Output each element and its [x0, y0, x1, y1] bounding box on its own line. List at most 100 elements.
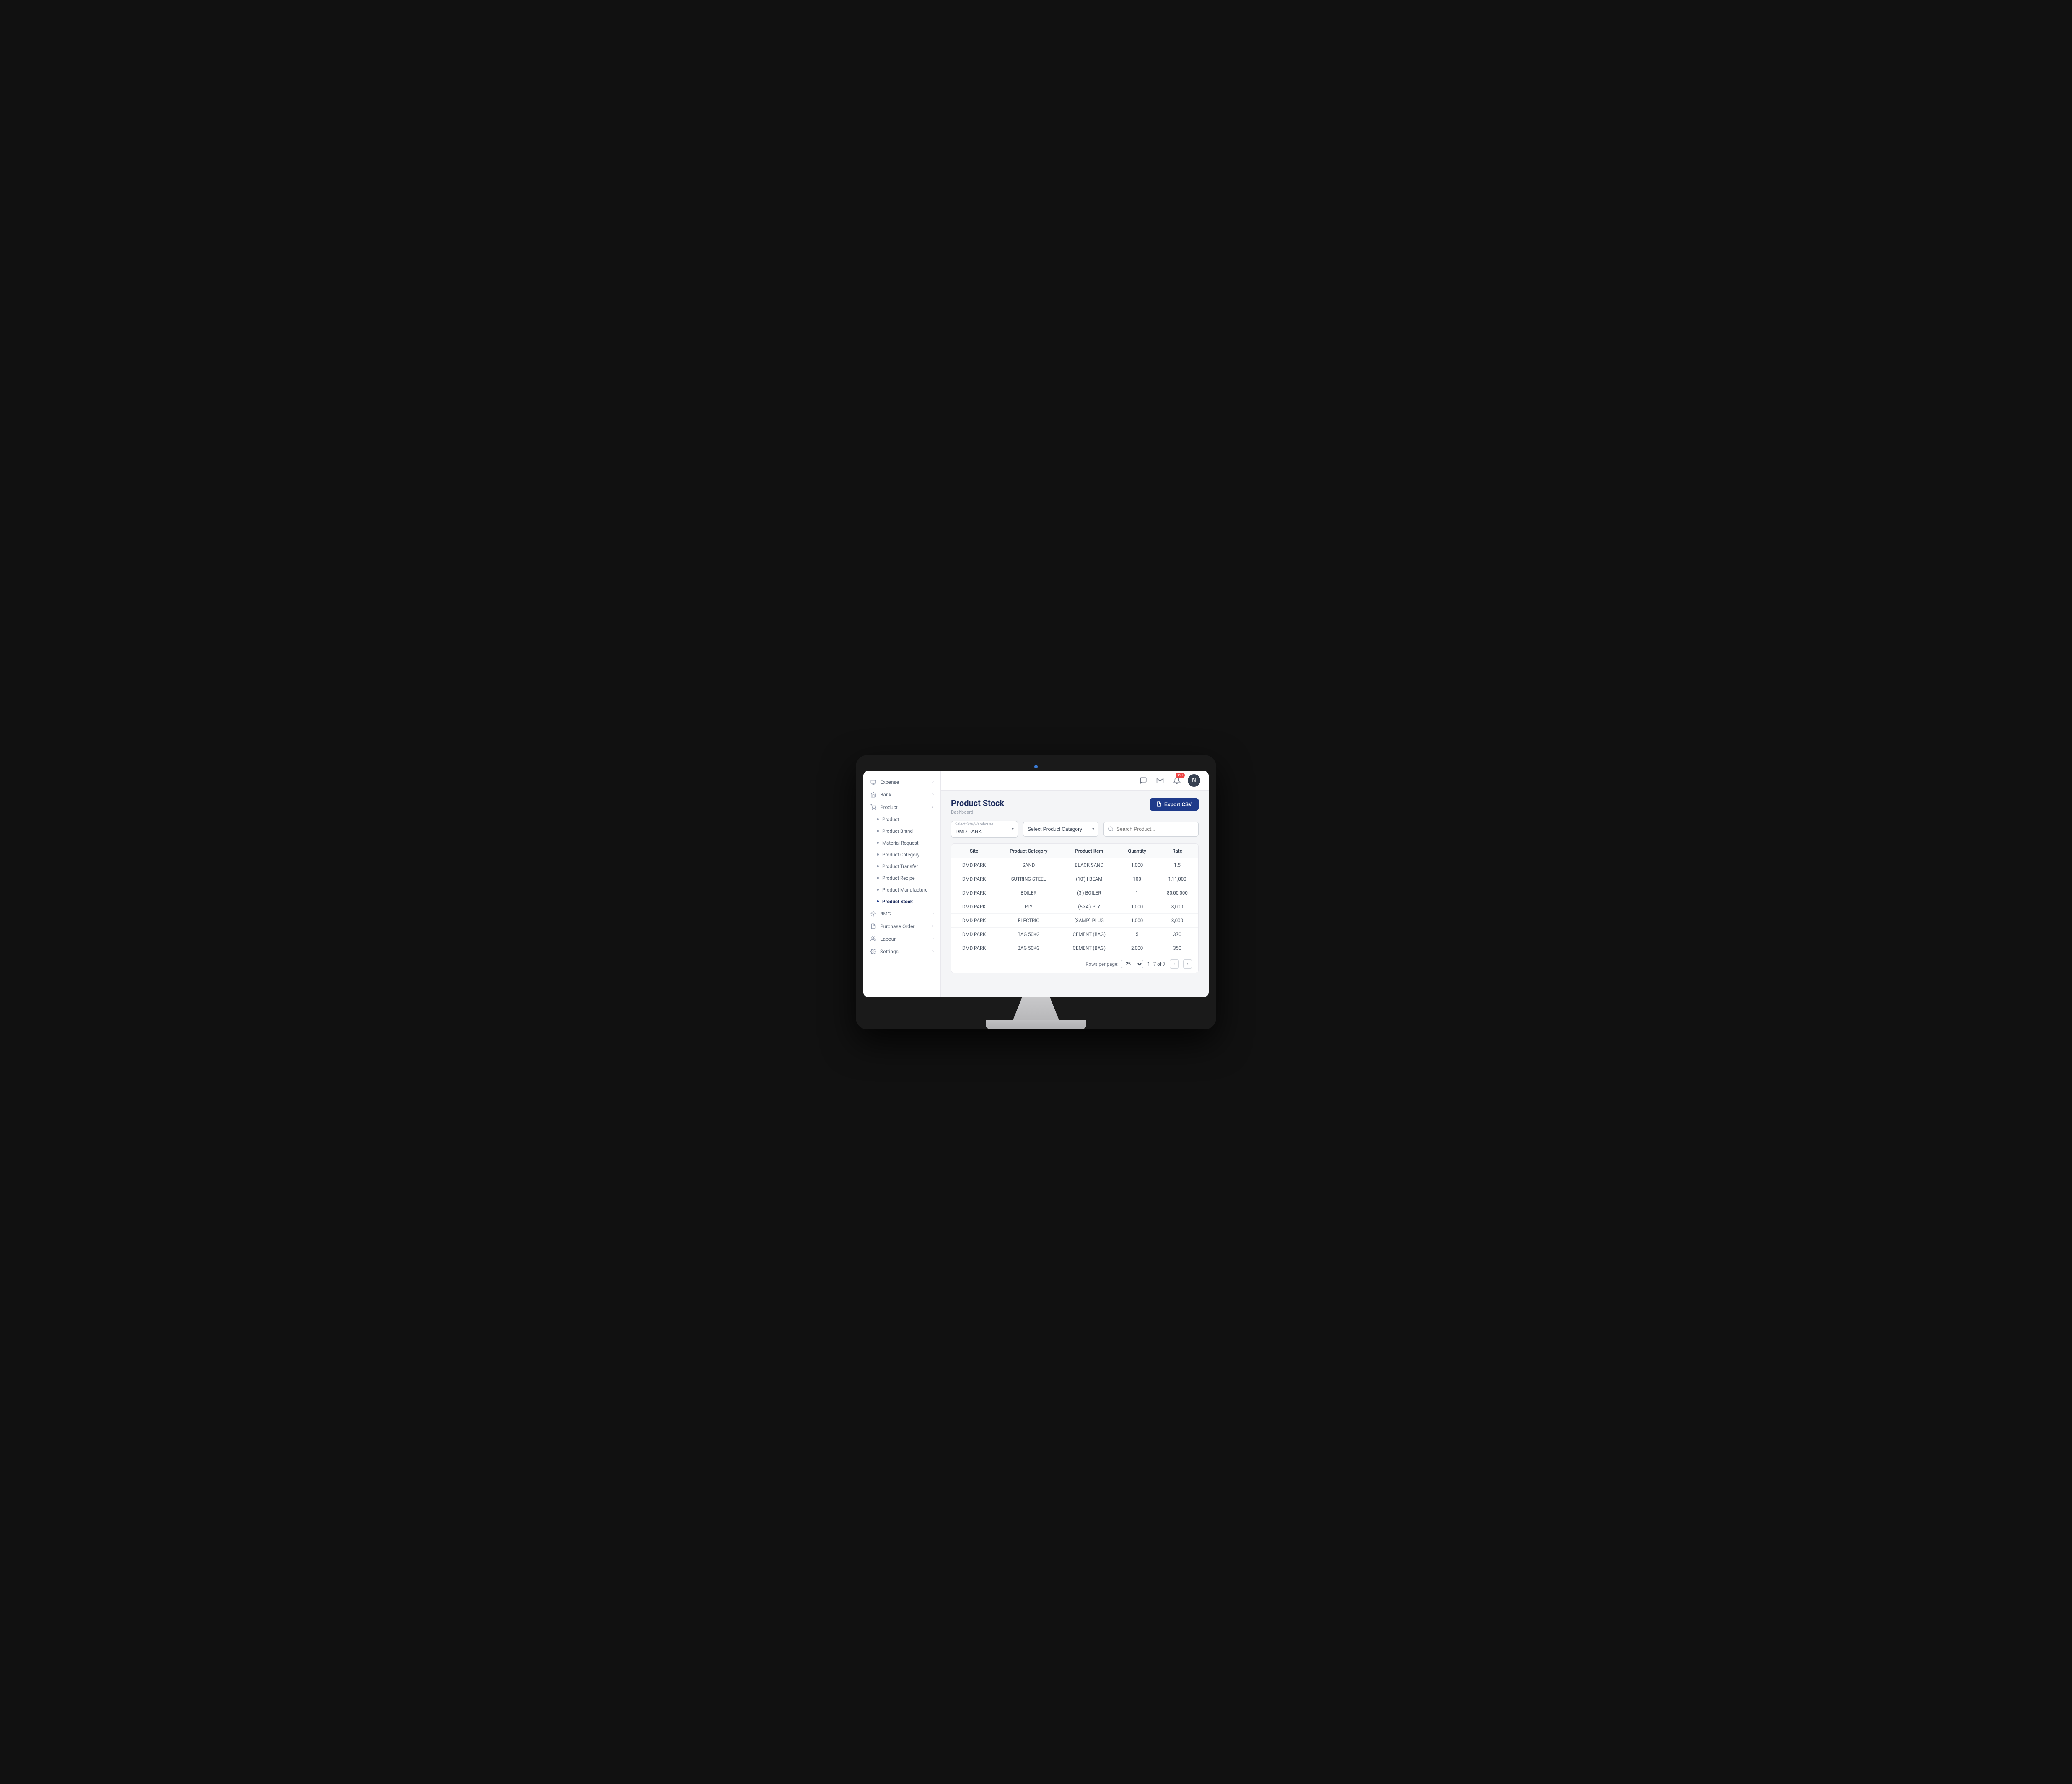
- sidebar-item-purchase-order[interactable]: Purchase Order ›: [863, 920, 940, 933]
- sidebar-submenu-product: Product Product Brand Material Request P…: [863, 814, 940, 908]
- sidebar-item-product-brand[interactable]: Product Brand: [863, 825, 940, 837]
- cell-item: (3') BOILER: [1060, 886, 1118, 900]
- dot-product: [877, 818, 879, 820]
- sidebar-item-settings[interactable]: Settings ›: [863, 945, 940, 958]
- sidebar-item-product-category[interactable]: Product Category: [863, 849, 940, 861]
- sidebar-label-product-category: Product Category: [882, 852, 919, 858]
- dot-recipe: [877, 877, 879, 879]
- page-header: Product Stock Dashboard Export CSV: [951, 798, 1199, 815]
- cell-rate: 8,000: [1156, 900, 1198, 913]
- cell-category: BAG 50KG: [997, 927, 1060, 941]
- cell-rate: 80,00,000: [1156, 886, 1198, 900]
- export-csv-button[interactable]: Export CSV: [1150, 798, 1199, 811]
- cell-category: ELECTRIC: [997, 913, 1060, 927]
- sidebar-item-product-parent[interactable]: Product ˅: [863, 801, 940, 814]
- search-icon: [1108, 826, 1114, 832]
- monitor-camera: [1034, 765, 1038, 768]
- prev-page-btn[interactable]: ‹: [1170, 959, 1179, 969]
- sidebar-label-labour: Labour: [880, 936, 896, 942]
- sidebar-label-product-sub: Product: [882, 817, 899, 822]
- labour-icon: [870, 936, 877, 942]
- category-filter: Select Product Category ▾: [1023, 822, 1098, 837]
- dot-stock: [877, 900, 879, 902]
- table-row: DMD PARKELECTRIC(3AMP) PLUG1,0008,000: [951, 913, 1198, 927]
- sidebar-item-labour[interactable]: Labour ›: [863, 933, 940, 945]
- dot-category: [877, 853, 879, 856]
- cell-site: DMD PARK: [951, 872, 997, 886]
- breadcrumb: Dashboard: [951, 809, 1004, 815]
- pagination: Rows per page: 25 10 50 100 1–7 of 7 ‹: [951, 955, 1198, 973]
- cell-site: DMD PARK: [951, 913, 997, 927]
- cell-site: DMD PARK: [951, 927, 997, 941]
- page-content: Product Stock Dashboard Export CSV Selec…: [941, 791, 1209, 997]
- col-rate: Rate: [1156, 844, 1198, 858]
- notification-btn[interactable]: 99+: [1171, 775, 1183, 786]
- sidebar-label-product-brand: Product Brand: [882, 828, 913, 834]
- sidebar-item-material-request[interactable]: Material Request: [863, 837, 940, 849]
- cell-site: DMD PARK: [951, 858, 997, 872]
- data-table: Site Product Category Product Item Quant…: [951, 844, 1198, 955]
- sidebar-label-bank: Bank: [880, 792, 891, 798]
- sidebar-label-product-stock: Product Stock: [882, 899, 913, 905]
- cell-quantity: 1,000: [1118, 858, 1156, 872]
- cell-rate: 370: [1156, 927, 1198, 941]
- sidebar-item-product-stock[interactable]: Product Stock: [863, 896, 940, 908]
- sidebar-label-material-request: Material Request: [882, 840, 919, 846]
- sidebar-item-expense[interactable]: Expense ›: [863, 776, 940, 788]
- chevron-purchase: ›: [932, 924, 934, 928]
- monitor-stand-base: [986, 1020, 1086, 1029]
- cell-item: (5'×4') PLY: [1060, 900, 1118, 913]
- table-row: DMD PARKPLY(5'×4') PLY1,0008,000: [951, 900, 1198, 913]
- rows-per-page-select[interactable]: 25 10 50 100: [1121, 960, 1143, 968]
- sidebar-item-product-transfer[interactable]: Product Transfer: [863, 861, 940, 872]
- chevron-labour: ›: [932, 936, 934, 941]
- sidebar-label-purchase-order: Purchase Order: [880, 923, 915, 929]
- app-container: Expense › Bank › Product: [863, 771, 1209, 997]
- col-product-item: Product Item: [1060, 844, 1118, 858]
- chevron-bank: ›: [932, 792, 934, 797]
- chat-icon-btn[interactable]: [1137, 775, 1149, 786]
- cell-quantity: 1: [1118, 886, 1156, 900]
- table-row: DMD PARKBOILER(3') BOILER180,00,000: [951, 886, 1198, 900]
- cell-item: CEMENT (BAG): [1060, 927, 1118, 941]
- mail-icon-btn[interactable]: [1154, 775, 1166, 786]
- page-title: Product Stock: [951, 798, 1004, 808]
- cell-item: CEMENT (BAG): [1060, 941, 1118, 955]
- site-warehouse-filter: Select Site/Warehouse DMD PARK ▾: [951, 821, 1018, 838]
- sidebar-item-product-sub[interactable]: Product: [863, 814, 940, 825]
- cell-rate: 8,000: [1156, 913, 1198, 927]
- dot-brand: [877, 830, 879, 832]
- page-title-group: Product Stock Dashboard: [951, 798, 1004, 815]
- cell-category: BAG 50KG: [997, 941, 1060, 955]
- sidebar-item-bank[interactable]: Bank ›: [863, 788, 940, 801]
- chevron-product: ˅: [931, 805, 934, 809]
- next-page-btn[interactable]: ›: [1183, 959, 1192, 969]
- product-icon: [870, 804, 877, 811]
- table-row: DMD PARKSANDBLACK SAND1,0001.5: [951, 858, 1198, 872]
- notification-badge: 99+: [1176, 773, 1185, 778]
- search-input[interactable]: [1103, 822, 1199, 837]
- cell-quantity: 2,000: [1118, 941, 1156, 955]
- sidebar-item-product-manufacture[interactable]: Product Manufacture: [863, 884, 940, 896]
- cell-item: (10') I BEAM: [1060, 872, 1118, 886]
- sidebar-item-rmc[interactable]: RMC ›: [863, 908, 940, 920]
- cell-quantity: 5: [1118, 927, 1156, 941]
- category-select[interactable]: Select Product Category: [1023, 822, 1098, 837]
- sidebar-label-product-manufacture: Product Manufacture: [882, 887, 927, 893]
- user-avatar[interactable]: N: [1188, 774, 1200, 787]
- table-row: DMD PARKBAG 50KGCEMENT (BAG)5370: [951, 927, 1198, 941]
- monitor-screen: Expense › Bank › Product: [863, 771, 1209, 997]
- sidebar-item-product-recipe[interactable]: Product Recipe: [863, 872, 940, 884]
- col-site: Site: [951, 844, 997, 858]
- table-row: DMD PARKBAG 50KGCEMENT (BAG)2,000350: [951, 941, 1198, 955]
- cell-item: (3AMP) PLUG: [1060, 913, 1118, 927]
- cell-rate: 1,11,000: [1156, 872, 1198, 886]
- cell-item: BLACK SAND: [1060, 858, 1118, 872]
- cell-site: DMD PARK: [951, 886, 997, 900]
- site-select[interactable]: DMD PARK: [951, 821, 1018, 838]
- chevron-expense: ›: [932, 780, 934, 784]
- sidebar-label-rmc: RMC: [880, 911, 891, 917]
- dot-material: [877, 842, 879, 844]
- purchase-icon: [870, 923, 877, 930]
- main-content: 99+ N Product Stock Dashboard: [941, 771, 1209, 997]
